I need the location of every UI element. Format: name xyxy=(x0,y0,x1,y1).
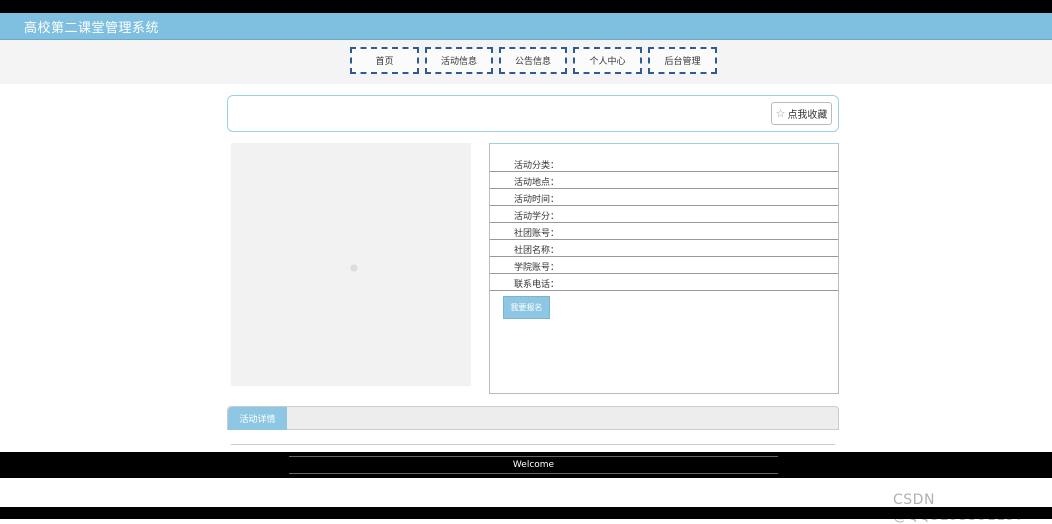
footer-text: Welcome xyxy=(289,456,778,474)
favorite-label: 点我收藏 xyxy=(787,110,828,121)
nav-activity-info[interactable]: 活动信息 xyxy=(425,47,493,74)
detail-row: 学院账号： xyxy=(490,257,838,274)
field-credit-label: 活动学分： xyxy=(514,212,560,222)
nav-home[interactable]: 首页 xyxy=(350,47,419,74)
field-phone-label: 联系电话： xyxy=(514,280,560,290)
star-icon: ☆ xyxy=(775,107,786,120)
field-time-label: 活动时间： xyxy=(514,195,560,205)
site-title: 高校第二课堂管理系统 xyxy=(24,21,160,36)
favorite-bar: ☆ 点我收藏 xyxy=(227,95,839,132)
site-header: 高校第二课堂管理系统 xyxy=(0,13,1052,40)
detail-row: 活动学分： xyxy=(490,206,838,223)
site-footer: Welcome xyxy=(0,452,1052,478)
detail-row: 联系电话： xyxy=(490,274,838,291)
detail-row: 社团账号： xyxy=(490,223,838,240)
register-button[interactable]: 我要报名 xyxy=(503,296,550,319)
loading-spinner-icon xyxy=(344,262,364,274)
nav-personal-center[interactable]: 个人中心 xyxy=(573,47,642,74)
main-nav: 首页 活动信息 公告信息 个人中心 后台管理 xyxy=(0,40,1052,84)
detail-row: 活动分类： xyxy=(490,155,838,172)
divider xyxy=(231,444,835,445)
favorite-button[interactable]: ☆ 点我收藏 xyxy=(771,102,832,125)
tab-activity-detail[interactable]: 活动详情 xyxy=(228,407,287,430)
field-club-name-label: 社团名称： xyxy=(514,246,560,256)
detail-row: 活动时间： xyxy=(490,189,838,206)
detail-tabs: 活动详情 xyxy=(227,406,839,430)
field-college-account-label: 学院账号： xyxy=(514,263,560,273)
activity-detail-panel: 活动分类： 活动地点： 活动时间： 活动学分： 社团账号： 社团名称： 学院账号… xyxy=(489,143,839,394)
field-club-account-label: 社团账号： xyxy=(514,229,560,239)
nav-admin[interactable]: 后台管理 xyxy=(648,47,717,74)
detail-row: 活动地点： xyxy=(490,172,838,189)
screen-top-border xyxy=(0,0,1052,13)
nav-announcement-info[interactable]: 公告信息 xyxy=(499,47,567,74)
field-category-label: 活动分类： xyxy=(514,161,560,171)
detail-row: 社团名称： xyxy=(490,240,838,257)
screen-bottom-border xyxy=(0,507,1052,519)
field-location-label: 活动地点： xyxy=(514,178,560,188)
